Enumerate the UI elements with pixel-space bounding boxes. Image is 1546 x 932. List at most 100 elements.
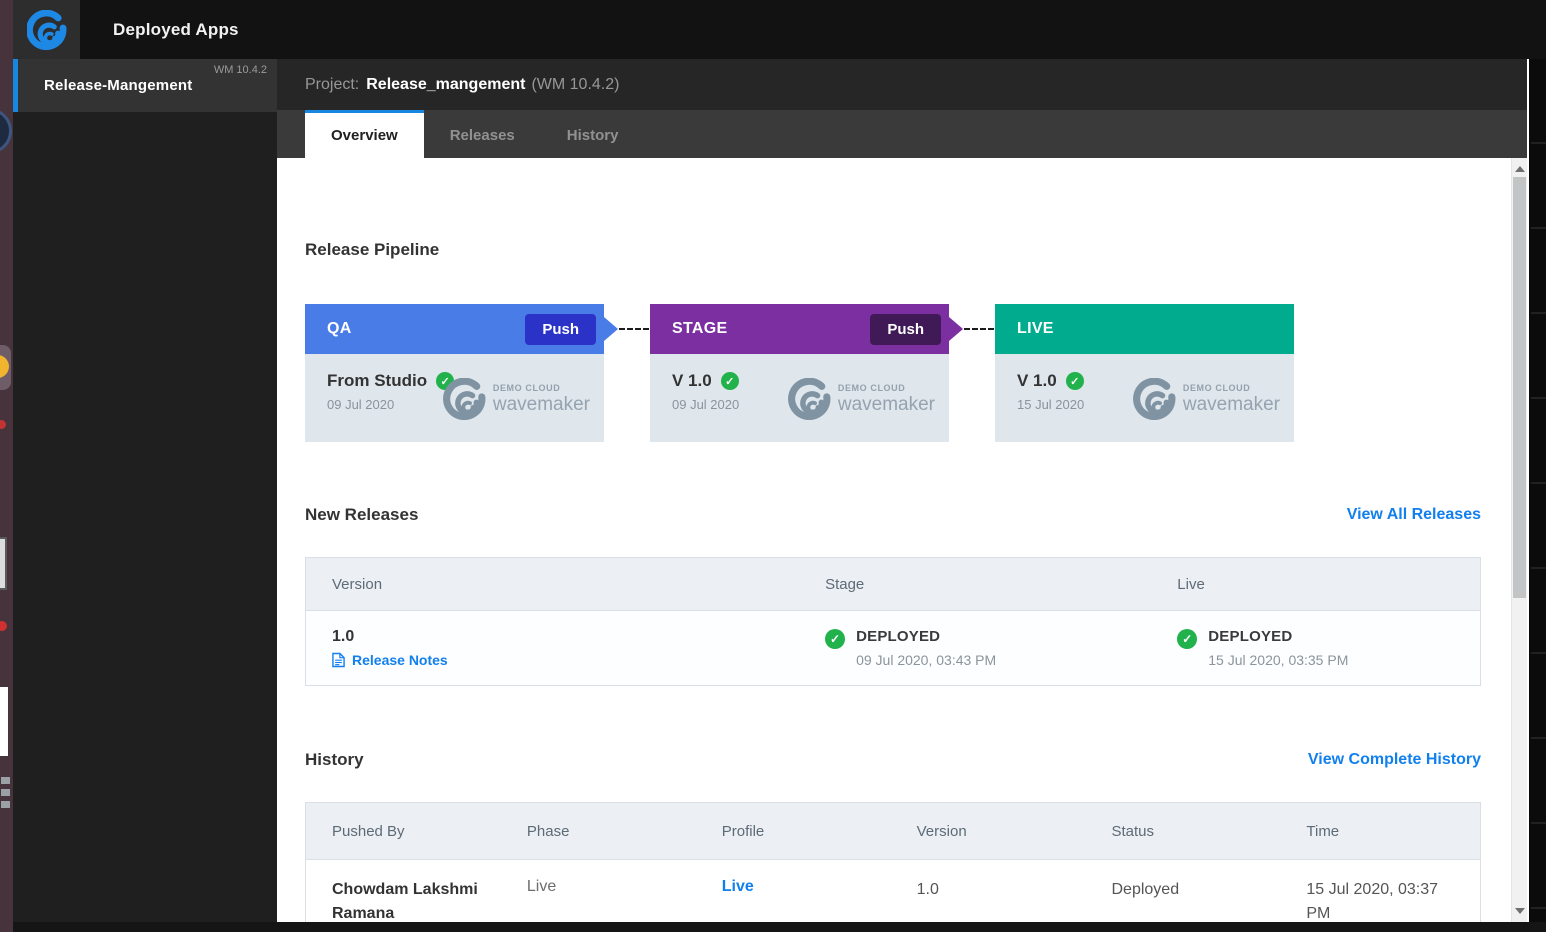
- dock-app-icon[interactable]: [0, 108, 12, 154]
- wavemaker-wave-icon: [787, 378, 833, 420]
- demo-cloud-logo: DEMO CLOUD wavemaker: [442, 378, 590, 420]
- pipeline-card-qa: QA Push From Studio ✓ 09 Jul 2020: [305, 304, 604, 442]
- notification-dot: [0, 420, 6, 429]
- logo-text-top: DEMO CLOUD: [493, 383, 590, 393]
- pipeline-cards: QA Push From Studio ✓ 09 Jul 2020: [305, 304, 1481, 442]
- sidebar: Release-Mangement WM 10.4.2: [13, 59, 277, 922]
- sidebar-item-release-management[interactable]: Release-Mangement WM 10.4.2: [13, 59, 277, 112]
- dock-icon-fragment: [1, 801, 10, 808]
- table-header-row: Pushed By Phase Profile Version Status T…: [306, 803, 1480, 860]
- logo-text-top: DEMO CLOUD: [838, 383, 935, 393]
- scrollbar-thumb[interactable]: [1513, 177, 1526, 598]
- app-window: Deployed Apps Release-Mangement WM 10.4.…: [13, 0, 1546, 932]
- project-header: Project: Release_mangement (WM 10.4.2): [277, 59, 1527, 110]
- wavemaker-logo-tile[interactable]: [13, 0, 80, 59]
- live-card-body: V 1.0 ✓ 15 Jul 2020 DEMO CLOUD wavemaker: [995, 354, 1294, 442]
- wavemaker-wave-icon: [442, 378, 488, 420]
- vertical-scrollbar[interactable]: [1511, 158, 1527, 922]
- document-icon: [332, 652, 345, 668]
- dock-window-thumbnail[interactable]: [0, 537, 7, 590]
- project-label: Project:: [305, 76, 359, 94]
- pipeline-heading: Release Pipeline: [305, 240, 1481, 260]
- column-header-phase: Phase: [501, 823, 696, 840]
- check-circle-icon: ✓: [1066, 372, 1084, 390]
- tab-bar: Overview Releases History: [277, 110, 1527, 158]
- project-name: Release_mangement: [366, 76, 525, 94]
- table-row: Chowdam Lakshmi Ramana Live Live 1.0 Dep…: [306, 860, 1480, 922]
- column-header-profile: Profile: [696, 823, 891, 840]
- history-time: 15 Jul 2020, 03:37 PM: [1306, 878, 1456, 922]
- stage-version-label: V 1.0: [672, 371, 712, 391]
- history-table: Pushed By Phase Profile Version Status T…: [305, 802, 1481, 922]
- stage-name: STAGE: [672, 320, 727, 338]
- pipeline-card-stage: STAGE Push V 1.0 ✓ 09 Jul 2020: [650, 304, 949, 442]
- column-header-stage: Stage: [799, 576, 1151, 593]
- table-header-row: Version Stage Live: [306, 558, 1480, 611]
- stage-push-button[interactable]: Push: [870, 314, 941, 345]
- history-version: 1.0: [917, 878, 1067, 902]
- logo-text-top: DEMO CLOUD: [1183, 383, 1280, 393]
- live-version-label: V 1.0: [1017, 371, 1057, 391]
- wavemaker-wave-icon: [1132, 378, 1178, 420]
- sidebar-item-version: WM 10.4.2: [214, 64, 267, 76]
- column-header-status: Status: [1086, 823, 1281, 840]
- tab-releases[interactable]: Releases: [424, 110, 541, 158]
- history-status: Deployed: [1112, 878, 1262, 902]
- column-header-version: Version: [891, 823, 1086, 840]
- release-notes-link[interactable]: Release Notes: [332, 652, 799, 668]
- tab-overview[interactable]: Overview: [305, 110, 424, 158]
- column-header-version: Version: [306, 576, 799, 593]
- live-card-header: LIVE: [995, 304, 1294, 354]
- qa-push-button[interactable]: Push: [525, 314, 596, 345]
- new-releases-heading: New Releases: [305, 505, 418, 525]
- column-header-pushed-by: Pushed By: [306, 823, 501, 840]
- tab-history[interactable]: History: [541, 110, 645, 158]
- pipeline-connector: [619, 328, 649, 330]
- history-pushed-by: Chowdam Lakshmi Ramana: [332, 878, 492, 922]
- live-deploy-time: 15 Jul 2020, 03:35 PM: [1208, 652, 1348, 668]
- view-complete-history-link[interactable]: View Complete History: [1308, 751, 1481, 769]
- check-circle-icon: ✓: [825, 629, 845, 649]
- os-dock-strip: [0, 0, 13, 932]
- column-header-time: Time: [1280, 823, 1480, 840]
- stage-name: QA: [327, 320, 352, 338]
- demo-cloud-logo: DEMO CLOUD wavemaker: [787, 378, 935, 420]
- stage-status: DEPLOYED: [856, 628, 996, 645]
- table-row: 1.0 Release Notes ✓ DEPLOYED: [306, 611, 1480, 685]
- wavemaker-wave-icon: [27, 10, 67, 50]
- history-phase: Live: [527, 878, 696, 896]
- history-profile-link[interactable]: Live: [722, 878, 891, 896]
- check-circle-icon: ✓: [1177, 629, 1197, 649]
- notification-dot: [0, 621, 7, 631]
- bottom-bar: [13, 922, 1546, 932]
- live-status: DEPLOYED: [1208, 628, 1348, 645]
- content-area: Release Pipeline QA Push From Studio ✓: [277, 158, 1527, 922]
- qa-card-header: QA Push: [305, 304, 604, 354]
- stage-card-body: V 1.0 ✓ 09 Jul 2020 DEMO CLOUD wavemaker: [650, 354, 949, 442]
- scroll-up-arrow-icon[interactable]: [1515, 166, 1525, 172]
- top-app-bar: Deployed Apps: [13, 0, 1546, 59]
- project-version: (WM 10.4.2): [531, 76, 619, 94]
- new-releases-table: Version Stage Live 1.0 Release Notes: [305, 557, 1481, 686]
- background-window-strip: [1531, 59, 1546, 922]
- dock-window-thumbnail[interactable]: [0, 687, 8, 756]
- main-panel: Project: Release_mangement (WM 10.4.2) O…: [277, 59, 1529, 922]
- stage-deploy-time: 09 Jul 2020, 03:43 PM: [856, 652, 996, 668]
- stage-card-header: STAGE Push: [650, 304, 949, 354]
- qa-card-body: From Studio ✓ 09 Jul 2020 DEMO CLOUD wav…: [305, 354, 604, 442]
- qa-version-label: From Studio: [327, 371, 427, 391]
- pipeline-card-live: LIVE V 1.0 ✓ 15 Jul 2020 DEMO C: [995, 304, 1294, 442]
- dock-icon-fragment: [1, 789, 10, 796]
- history-heading: History: [305, 750, 364, 770]
- view-all-releases-link[interactable]: View All Releases: [1347, 506, 1481, 524]
- logo-text-bottom: wavemaker: [493, 394, 590, 416]
- sidebar-item-label: Release-Mangement: [44, 77, 192, 94]
- demo-cloud-logo: DEMO CLOUD wavemaker: [1132, 378, 1280, 420]
- logo-text-bottom: wavemaker: [1183, 394, 1280, 416]
- dock-icon-fragment: [1, 777, 10, 784]
- pipeline-connector: [964, 328, 994, 330]
- scroll-down-arrow-icon[interactable]: [1515, 908, 1525, 914]
- release-version: 1.0: [332, 628, 799, 646]
- logo-text-bottom: wavemaker: [838, 394, 935, 416]
- app-title: Deployed Apps: [113, 0, 239, 59]
